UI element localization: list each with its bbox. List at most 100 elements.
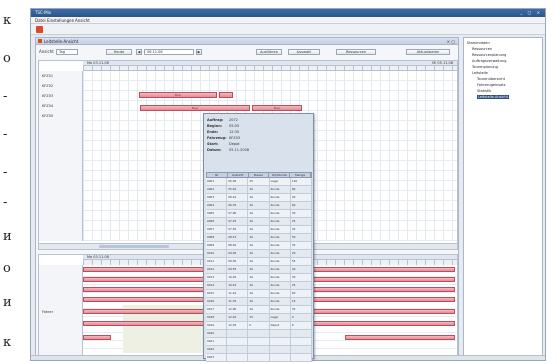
table-row[interactable]: 0002 05:40 10 Kunde 80 — [206, 186, 313, 194]
tree-node[interactable]: Ressourcen — [472, 47, 492, 51]
resource-bar[interactable] — [313, 267, 455, 272]
margin-letter: - — [3, 195, 8, 210]
column-header[interactable]: Ort/Kunde — [269, 173, 291, 177]
column-header[interactable]: Dauer — [249, 173, 270, 177]
table-row[interactable]: 0006 07:25 10 Kunde 25 — [206, 218, 313, 226]
tree-node[interactable]: Ressourcenplanung — [472, 53, 506, 57]
table-row[interactable]: 0017 12:00 10 Kunde 35 — [206, 306, 313, 314]
menu-item-einstellungen[interactable]: Einstellungen — [47, 18, 74, 23]
table-cell: 0021 — [206, 338, 228, 345]
table-row[interactable]: 0020 — [206, 330, 313, 338]
resource-row-label: Fahrer — [42, 310, 54, 314]
table-row[interactable]: 0018 12:20 15 Lager 0 — [206, 314, 313, 322]
table-row[interactable]: 0014 10:45 10 Kunde 25 — [206, 282, 313, 290]
table-cell: 60 — [290, 290, 313, 297]
refresh-button[interactable]: Aktualisieren — [406, 49, 450, 55]
date-field[interactable]: 06.11.08 — [144, 49, 194, 55]
table-row[interactable]: 0010 09:05 10 Kunde 20 — [206, 250, 313, 258]
tour-bar[interactable] — [219, 92, 233, 98]
table-row[interactable]: 0021 — [206, 338, 313, 346]
column-header[interactable]: Nr — [207, 173, 228, 177]
table-cell — [269, 346, 291, 353]
panel-close-icon[interactable]: × ▢ — [447, 39, 455, 44]
table-cell — [269, 338, 291, 345]
column-header[interactable]: Ankunft — [228, 173, 249, 177]
table-cell: 12:20 — [227, 314, 249, 321]
menu-item-datei[interactable]: Datei — [35, 18, 46, 23]
tree-node[interactable]: Auftragsverwaltung — [472, 59, 506, 63]
table-cell: 10 — [248, 282, 270, 289]
table-cell — [290, 330, 313, 337]
resource-bar[interactable] — [313, 277, 455, 282]
table-cell: 11:10 — [227, 290, 249, 297]
window-controls[interactable]: _ □ × — [520, 10, 542, 15]
table-row[interactable]: 0015 11:10 10 Kunde 60 — [206, 290, 313, 298]
table-row[interactable]: 0012 09:55 10 Kunde 40 — [206, 266, 313, 274]
table-cell: 25 — [290, 218, 313, 225]
tree-node[interactable]: Tourenübersicht — [477, 77, 505, 81]
table-cell: 0006 — [206, 218, 228, 225]
table-cell: Kunde — [269, 266, 291, 273]
exit-icon[interactable] — [36, 26, 43, 33]
info-row: Datum: 05.11.2008 — [207, 148, 250, 152]
table-cell: 0005 — [206, 210, 228, 217]
table-row[interactable]: 0005 07:00 10 Kunde 30 — [206, 210, 313, 218]
row-label: KFZ03 — [42, 94, 54, 98]
menu-item-ansicht[interactable]: Ansicht — [75, 18, 90, 23]
table-cell — [227, 346, 249, 353]
resources-button[interactable]: Ressourcen — [336, 49, 376, 55]
table-cell: 0007 — [206, 226, 228, 233]
table-row[interactable]: 0022 — [206, 346, 313, 354]
tree-node[interactable]: Fahrzeugeinsatz — [477, 83, 505, 87]
table-cell: 08:15 — [227, 234, 249, 241]
resource-bar[interactable] — [313, 297, 455, 302]
panel-icon — [38, 39, 42, 43]
table-row[interactable]: 0013 10:20 10 Kunde 30 — [206, 274, 313, 282]
table-cell: 10 — [248, 218, 270, 225]
tour-bar[interactable]: Tour — [139, 92, 217, 98]
table-cell: 09:55 — [227, 266, 249, 273]
table-cell — [227, 354, 249, 361]
scrollbar-thumb[interactable] — [99, 245, 169, 248]
toolbar — [31, 24, 545, 35]
title-bar[interactable]: TSC-Mix _ □ × — [31, 9, 545, 17]
table-cell: 08:40 — [227, 242, 249, 249]
resource-bar[interactable] — [313, 309, 455, 314]
table-row[interactable]: 0016 11:35 10 Kunde 15 — [206, 298, 313, 306]
window-title: TSC-Mix — [35, 10, 52, 15]
tree-node[interactable]: Tourenplanung — [472, 65, 498, 69]
panel-title: Leitstelle-Ansicht — [44, 39, 79, 44]
table-row[interactable]: 0003 06:10 10 Kunde 40 — [206, 194, 313, 202]
column-header[interactable]: Menge — [290, 173, 311, 177]
table-cell: 15 — [248, 178, 270, 185]
view-select[interactable]: Tag — [56, 49, 78, 55]
table-row[interactable]: 0019 12:35 0 Depot 0 — [206, 322, 313, 330]
resource-bar[interactable] — [345, 335, 455, 340]
selection-button[interactable]: Auswahl — [288, 49, 320, 55]
table-row[interactable]: 0007 07:50 10 Kunde 45 — [206, 226, 313, 234]
resource-bar[interactable] — [313, 287, 455, 292]
table-cell: 15 — [290, 298, 313, 305]
tree-node[interactable]: Statistik — [477, 89, 491, 93]
table-row[interactable]: 0009 08:40 10 Kunde 35 — [206, 242, 313, 250]
table-cell: 0018 — [206, 314, 228, 321]
table-row[interactable]: 0023 — [206, 354, 313, 362]
tree-node[interactable]: Leitstelle — [472, 71, 488, 75]
execute-button[interactable]: Ausführen — [256, 49, 282, 55]
tour-bar[interactable]: Tour — [140, 105, 250, 111]
panel-header: Leitstelle-Ansicht × ▢ — [36, 38, 458, 45]
table-row[interactable]: 0004 06:35 10 Kunde 60 — [206, 202, 313, 210]
table-cell: 35 — [290, 306, 313, 313]
today-button[interactable]: Heute — [106, 49, 132, 55]
table-cell: 10 — [248, 258, 270, 265]
prev-date-button[interactable]: ◀ — [136, 49, 142, 55]
tour-bar[interactable]: Tour — [252, 105, 302, 111]
table-row[interactable]: 0008 08:15 10 Kunde 50 — [206, 234, 313, 242]
table-row[interactable]: 0011 09:30 10 Kunde 55 — [206, 258, 313, 266]
table-row[interactable]: 0001 05:05 15 Lager 120 — [206, 178, 313, 186]
next-date-button[interactable]: ▶ — [196, 49, 202, 55]
resource-bar[interactable] — [83, 335, 111, 340]
resource-bar[interactable] — [313, 321, 455, 326]
tree-node[interactable]: Stammdaten — [467, 41, 490, 45]
tree-node-selected[interactable]: Leitstelle-Ansicht — [477, 95, 509, 99]
